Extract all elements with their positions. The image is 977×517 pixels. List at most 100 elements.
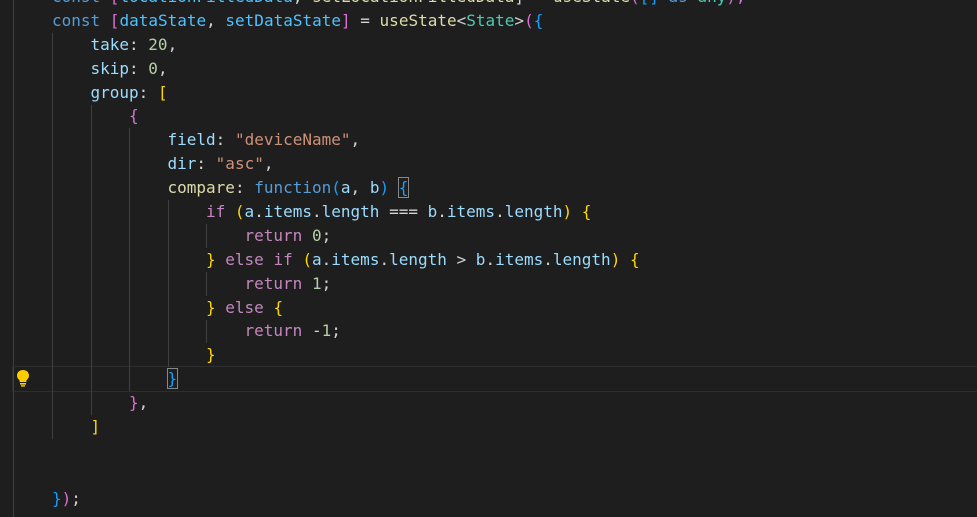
code-line[interactable]: const [dataState, setDataState] = useSta…: [52, 9, 977, 33]
code-line[interactable]: return 0;: [52, 224, 977, 248]
code-token: setDataState: [225, 10, 341, 30]
code-token: items: [495, 249, 544, 269]
code-line[interactable]: if (a.items.length === b.items.length) {: [52, 200, 977, 224]
code-line[interactable]: } else if (a.items.length > b.items.leng…: [52, 248, 977, 272]
code-line[interactable]: dir: "asc",: [52, 152, 977, 176]
code-line[interactable]: skip: 0,: [52, 57, 977, 81]
code-line[interactable]: field: "deviceName",: [52, 128, 977, 152]
code-editor[interactable]: const [locationFilledData, setLocationFi…: [0, 0, 977, 517]
code-token: ]: [90, 417, 101, 437]
code-token: ,: [263, 154, 274, 174]
code-token: setLocationFilledData: [312, 0, 514, 6]
code-token: compare: [167, 178, 235, 198]
code-token: b: [475, 249, 486, 269]
code-token: .: [254, 202, 264, 222]
indent-guide: [167, 200, 169, 368]
code-line[interactable]: } else {: [52, 296, 977, 320]
code-token: ===: [379, 202, 428, 222]
code-token: "deviceName": [234, 130, 351, 150]
code-token: {: [629, 249, 640, 269]
indent-guide: [206, 319, 207, 344]
code-token: 0: [311, 225, 322, 245]
code-token: else: [225, 297, 274, 317]
code-token: :: [129, 34, 149, 54]
code-token: const: [52, 0, 110, 6]
code-area[interactable]: const [locationFilledData, setLocationFi…: [12, 0, 977, 511]
code-token: any: [697, 0, 726, 6]
code-token: :: [215, 130, 235, 150]
code-token: length: [389, 249, 447, 269]
code-token: .: [379, 249, 390, 269]
code-token: skip: [90, 58, 130, 78]
code-token: );: [726, 0, 745, 6]
code-line[interactable]: }: [52, 343, 977, 367]
code-token: (: [524, 10, 534, 30]
code-token: 0: [148, 58, 158, 78]
code-token: [: [110, 0, 120, 6]
code-token: if: [273, 249, 303, 269]
code-token: >: [514, 10, 525, 30]
gutter-divider: [13, 0, 14, 517]
code-line[interactable]: return 1;: [52, 272, 977, 296]
code-token: return: [244, 225, 312, 245]
code-line[interactable]: const [locationFilledData, setLocationFi…: [52, 0, 977, 9]
code-token: .: [543, 249, 553, 269]
code-token: ): [562, 202, 573, 222]
code-token: dataState: [119, 10, 207, 30]
code-token: useState: [553, 0, 630, 6]
code-token: {: [397, 177, 410, 199]
code-token: ): [61, 488, 72, 508]
code-token: 1: [311, 273, 322, 293]
code-token: ;: [71, 488, 81, 508]
code-token: ,: [206, 10, 226, 30]
code-line[interactable]: });: [52, 487, 977, 511]
code-token: group: [90, 82, 139, 102]
code-line[interactable]: group: [: [52, 81, 977, 105]
code-token: ): [379, 178, 390, 198]
code-token: {: [273, 297, 284, 317]
code-token: }: [206, 345, 216, 365]
code-token: ,: [293, 0, 312, 6]
code-token: length: [552, 249, 611, 269]
code-token: take: [90, 34, 130, 54]
code-line[interactable]: [52, 463, 977, 487]
code-token: ,: [350, 178, 370, 198]
code-token: ]: [649, 0, 668, 6]
indent-guide: [206, 224, 207, 248]
code-line[interactable]: [52, 439, 977, 463]
code-line[interactable]: compare: function(a, b) {: [52, 176, 977, 200]
code-token: [: [157, 82, 168, 102]
code-token: ,: [167, 34, 178, 54]
code-token: ] =: [514, 0, 553, 6]
code-token: return: [244, 321, 312, 341]
code-token: :: [138, 82, 158, 102]
code-token: ]: [341, 10, 351, 30]
code-token: a: [312, 249, 322, 269]
code-token: State: [466, 10, 515, 30]
code-token: {: [581, 202, 592, 222]
code-token: [: [109, 10, 120, 30]
code-token: }: [166, 368, 179, 390]
code-token: {: [533, 10, 544, 30]
indent-guide: [206, 271, 207, 296]
code-token: useState: [379, 10, 457, 30]
code-line[interactable]: ]: [52, 415, 977, 439]
code-line[interactable]: {: [52, 104, 977, 128]
code-token: .: [437, 202, 447, 222]
code-token: (: [630, 0, 640, 6]
code-token: :: [196, 154, 216, 174]
code-line[interactable]: return -1;: [52, 319, 977, 343]
code-token: ,: [138, 393, 149, 413]
code-token: 20: [148, 34, 168, 54]
code-token: a: [244, 202, 255, 222]
code-token: .: [312, 202, 322, 222]
code-line[interactable]: },: [52, 391, 977, 415]
code-token: ;: [321, 225, 332, 245]
code-line[interactable]: take: 20,: [52, 33, 977, 57]
code-token: .: [485, 249, 496, 269]
code-line[interactable]: }: [12, 366, 977, 393]
code-token: }: [129, 393, 139, 413]
